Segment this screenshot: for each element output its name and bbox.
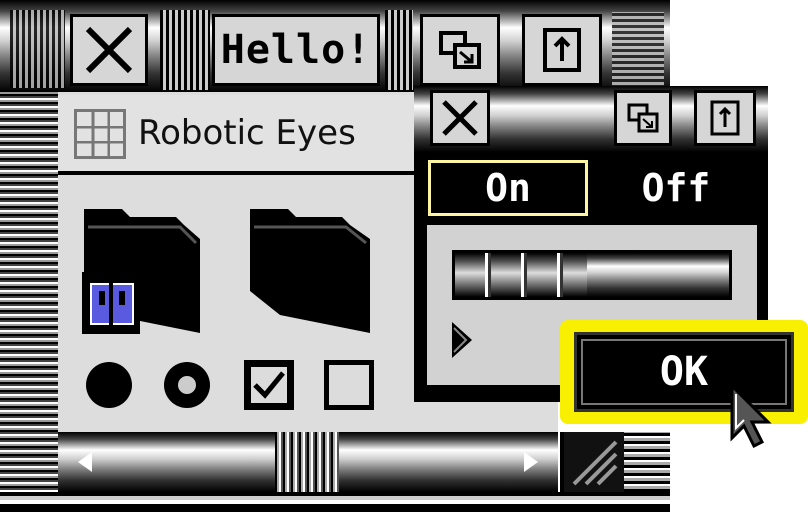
- finder-icon[interactable]: [82, 272, 140, 334]
- zoom-icon: [439, 31, 481, 69]
- toggle-zoom-button[interactable]: [614, 90, 672, 146]
- finder-nose: [109, 283, 113, 325]
- off-button-label: Off: [641, 166, 711, 210]
- right-arrow-icon: [524, 452, 538, 472]
- left-arrow-icon: [78, 452, 92, 472]
- finder-eye-left: [99, 291, 105, 305]
- scroll-thumb[interactable]: [275, 432, 339, 492]
- scroll-right-arrow[interactable]: [510, 442, 554, 482]
- main-left-border: [0, 92, 58, 512]
- main-title-grip-2: [385, 10, 413, 90]
- toggle-close-button[interactable]: [430, 90, 490, 146]
- checkbox-inner: [329, 365, 369, 405]
- mouse-pointer-icon: [730, 384, 772, 449]
- radio-button-unselected[interactable]: [86, 362, 132, 408]
- radio-button-selected[interactable]: [164, 362, 210, 408]
- progress-fill: [455, 253, 587, 297]
- play-triangle-icon[interactable]: [450, 320, 474, 360]
- off-button[interactable]: Off: [596, 160, 756, 216]
- robotic-eyes-header: Robotic Eyes: [58, 95, 414, 175]
- checkbox-unchecked[interactable]: [324, 360, 374, 410]
- checkbox-inner: [249, 365, 289, 405]
- close-icon: [85, 26, 133, 74]
- progress-track: [452, 250, 732, 300]
- resize-corner[interactable]: [560, 432, 670, 492]
- scroll-bottom-line: [0, 492, 670, 512]
- window-title: Hello!: [212, 14, 380, 86]
- raise-icon: [710, 100, 740, 136]
- right-eye-folder[interactable]: [246, 205, 376, 335]
- ok-button-label: OK: [659, 349, 709, 395]
- panel-grid-icon: [74, 109, 126, 159]
- resize-grip-icon: [572, 440, 618, 486]
- scroll-left-arrow[interactable]: [62, 442, 106, 482]
- main-title-grip-right: [612, 12, 664, 88]
- raise-icon: [543, 28, 581, 72]
- robotic-eyes-title: Robotic Eyes: [138, 113, 356, 153]
- on-button-label: On: [485, 166, 531, 210]
- main-zoom-button[interactable]: [420, 14, 500, 86]
- zoom-icon: [627, 103, 659, 133]
- radio-selected-dot: [178, 376, 196, 394]
- close-icon: [442, 100, 478, 136]
- main-close-button[interactable]: [70, 14, 148, 86]
- finder-eye-right: [119, 291, 125, 305]
- resize-corner-ridges: [624, 432, 670, 492]
- window-title-label: Hello!: [220, 27, 372, 73]
- main-title-grip: [160, 10, 210, 90]
- on-button[interactable]: On: [428, 160, 588, 216]
- main-raise-button[interactable]: [522, 14, 602, 86]
- checkmark-icon: [253, 371, 285, 399]
- checkbox-checked[interactable]: [244, 360, 294, 410]
- title-bar-grip-left: [10, 10, 65, 88]
- toggle-raise-button[interactable]: [694, 90, 756, 146]
